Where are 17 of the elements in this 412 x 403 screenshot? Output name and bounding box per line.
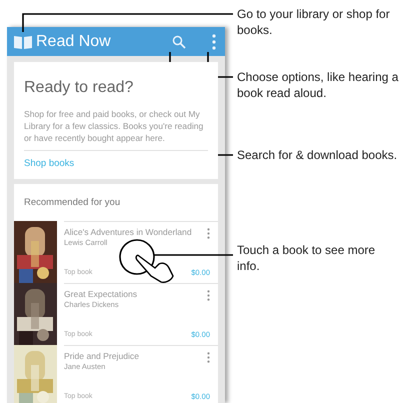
callout-text: Search for & download books. [237, 147, 398, 163]
callout-text: Touch a book to see more info. [237, 242, 376, 274]
overflow-icon[interactable] [207, 228, 210, 238]
search-icon[interactable] [172, 34, 186, 48]
book-title: Pride and Prejudice [64, 350, 140, 362]
book-icon[interactable] [13, 34, 33, 50]
callout-text: Choose options, like hearing a book read aloud. [237, 69, 399, 101]
section-heading: Recommended for you [23, 196, 122, 210]
app-title: Read Now [36, 32, 111, 52]
callout-text: Go to your library or shop for books. [237, 6, 391, 38]
overflow-icon[interactable] [207, 352, 210, 362]
book-title: Alice's Adventures in Wonderland [64, 226, 193, 238]
shop-books-link[interactable]: Shop books [24, 157, 208, 172]
book-title: Great Expectations [64, 288, 138, 300]
menu-icon[interactable] [212, 34, 216, 50]
card-heading: Ready to read? [24, 78, 134, 98]
overflow-icon[interactable] [207, 290, 210, 300]
